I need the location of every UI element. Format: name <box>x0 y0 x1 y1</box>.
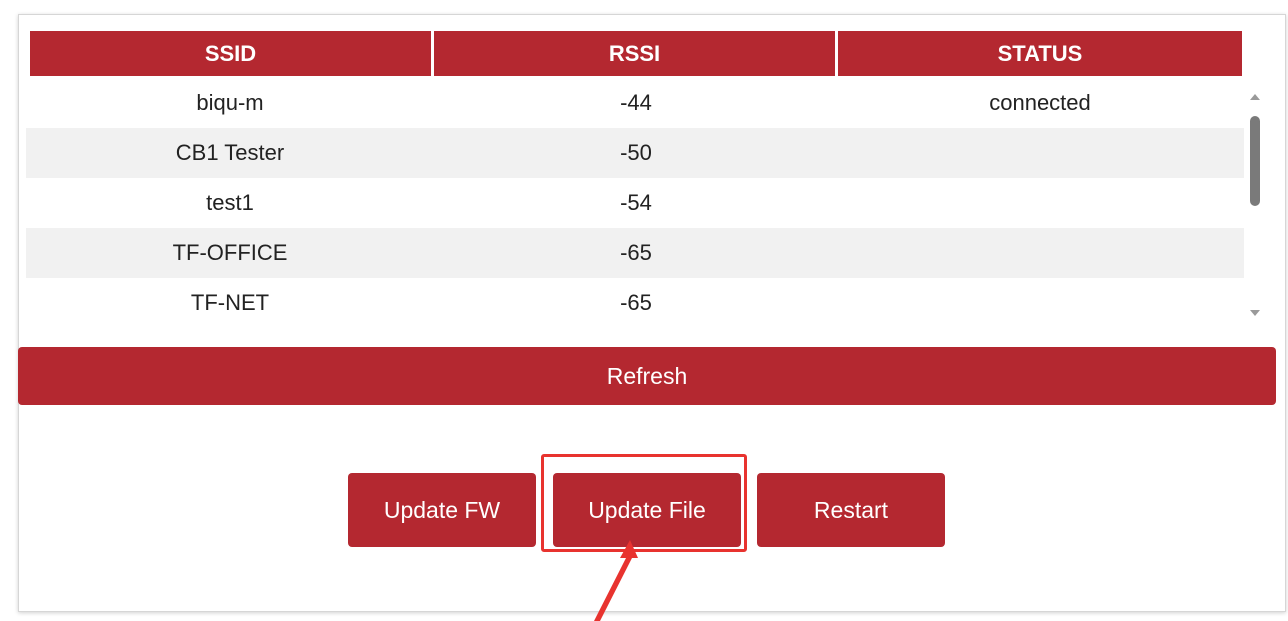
restart-button[interactable]: Restart <box>757 473 945 547</box>
ssid-cell: CB1 Tester <box>175 140 285 165</box>
ssid-cell: test1 <box>206 190 254 215</box>
top-strip <box>0 0 1288 12</box>
status-cell <box>838 178 1242 228</box>
network-list: biqu-m -44 connected CB1 Tester -50 test… <box>26 78 1244 328</box>
table-row[interactable]: TF-NET -65 <box>26 278 1244 328</box>
table-row[interactable]: TF-OFFICE -65 <box>26 228 1244 278</box>
rssi-cell: -50 <box>620 140 652 165</box>
column-header-rssi[interactable]: RSSI <box>434 31 838 76</box>
status-cell <box>838 278 1242 328</box>
scrollbar-thumb[interactable] <box>1250 116 1260 206</box>
status-cell <box>838 228 1242 278</box>
ssid-cell: TF-NET <box>190 290 270 315</box>
column-header-status[interactable]: STATUS <box>838 31 1242 76</box>
list-scrollbar[interactable] <box>1246 84 1264 326</box>
rssi-cell: -54 <box>620 190 652 215</box>
table-row[interactable]: biqu-m -44 connected <box>26 78 1244 128</box>
column-header-ssid[interactable]: SSID <box>30 31 434 76</box>
rssi-cell: -44 <box>620 90 652 115</box>
status-cell: connected <box>989 90 1091 115</box>
table-row[interactable]: test1 -54 <box>26 178 1244 228</box>
ssid-cell: biqu-m <box>196 90 264 115</box>
update-fw-button[interactable]: Update FW <box>348 473 536 547</box>
chevron-up-icon[interactable] <box>1250 94 1260 100</box>
rssi-cell: -65 <box>620 290 652 315</box>
status-cell <box>838 128 1242 178</box>
chevron-down-icon[interactable] <box>1250 310 1260 316</box>
rssi-cell: -65 <box>620 240 652 265</box>
refresh-button[interactable]: Refresh <box>18 347 1276 405</box>
arrow-icon <box>594 540 638 621</box>
table-row[interactable]: CB1 Tester -50 <box>26 128 1244 178</box>
ssid-cell: TF-OFFICE <box>172 240 288 265</box>
table-header: SSID RSSI STATUS <box>30 31 1242 76</box>
